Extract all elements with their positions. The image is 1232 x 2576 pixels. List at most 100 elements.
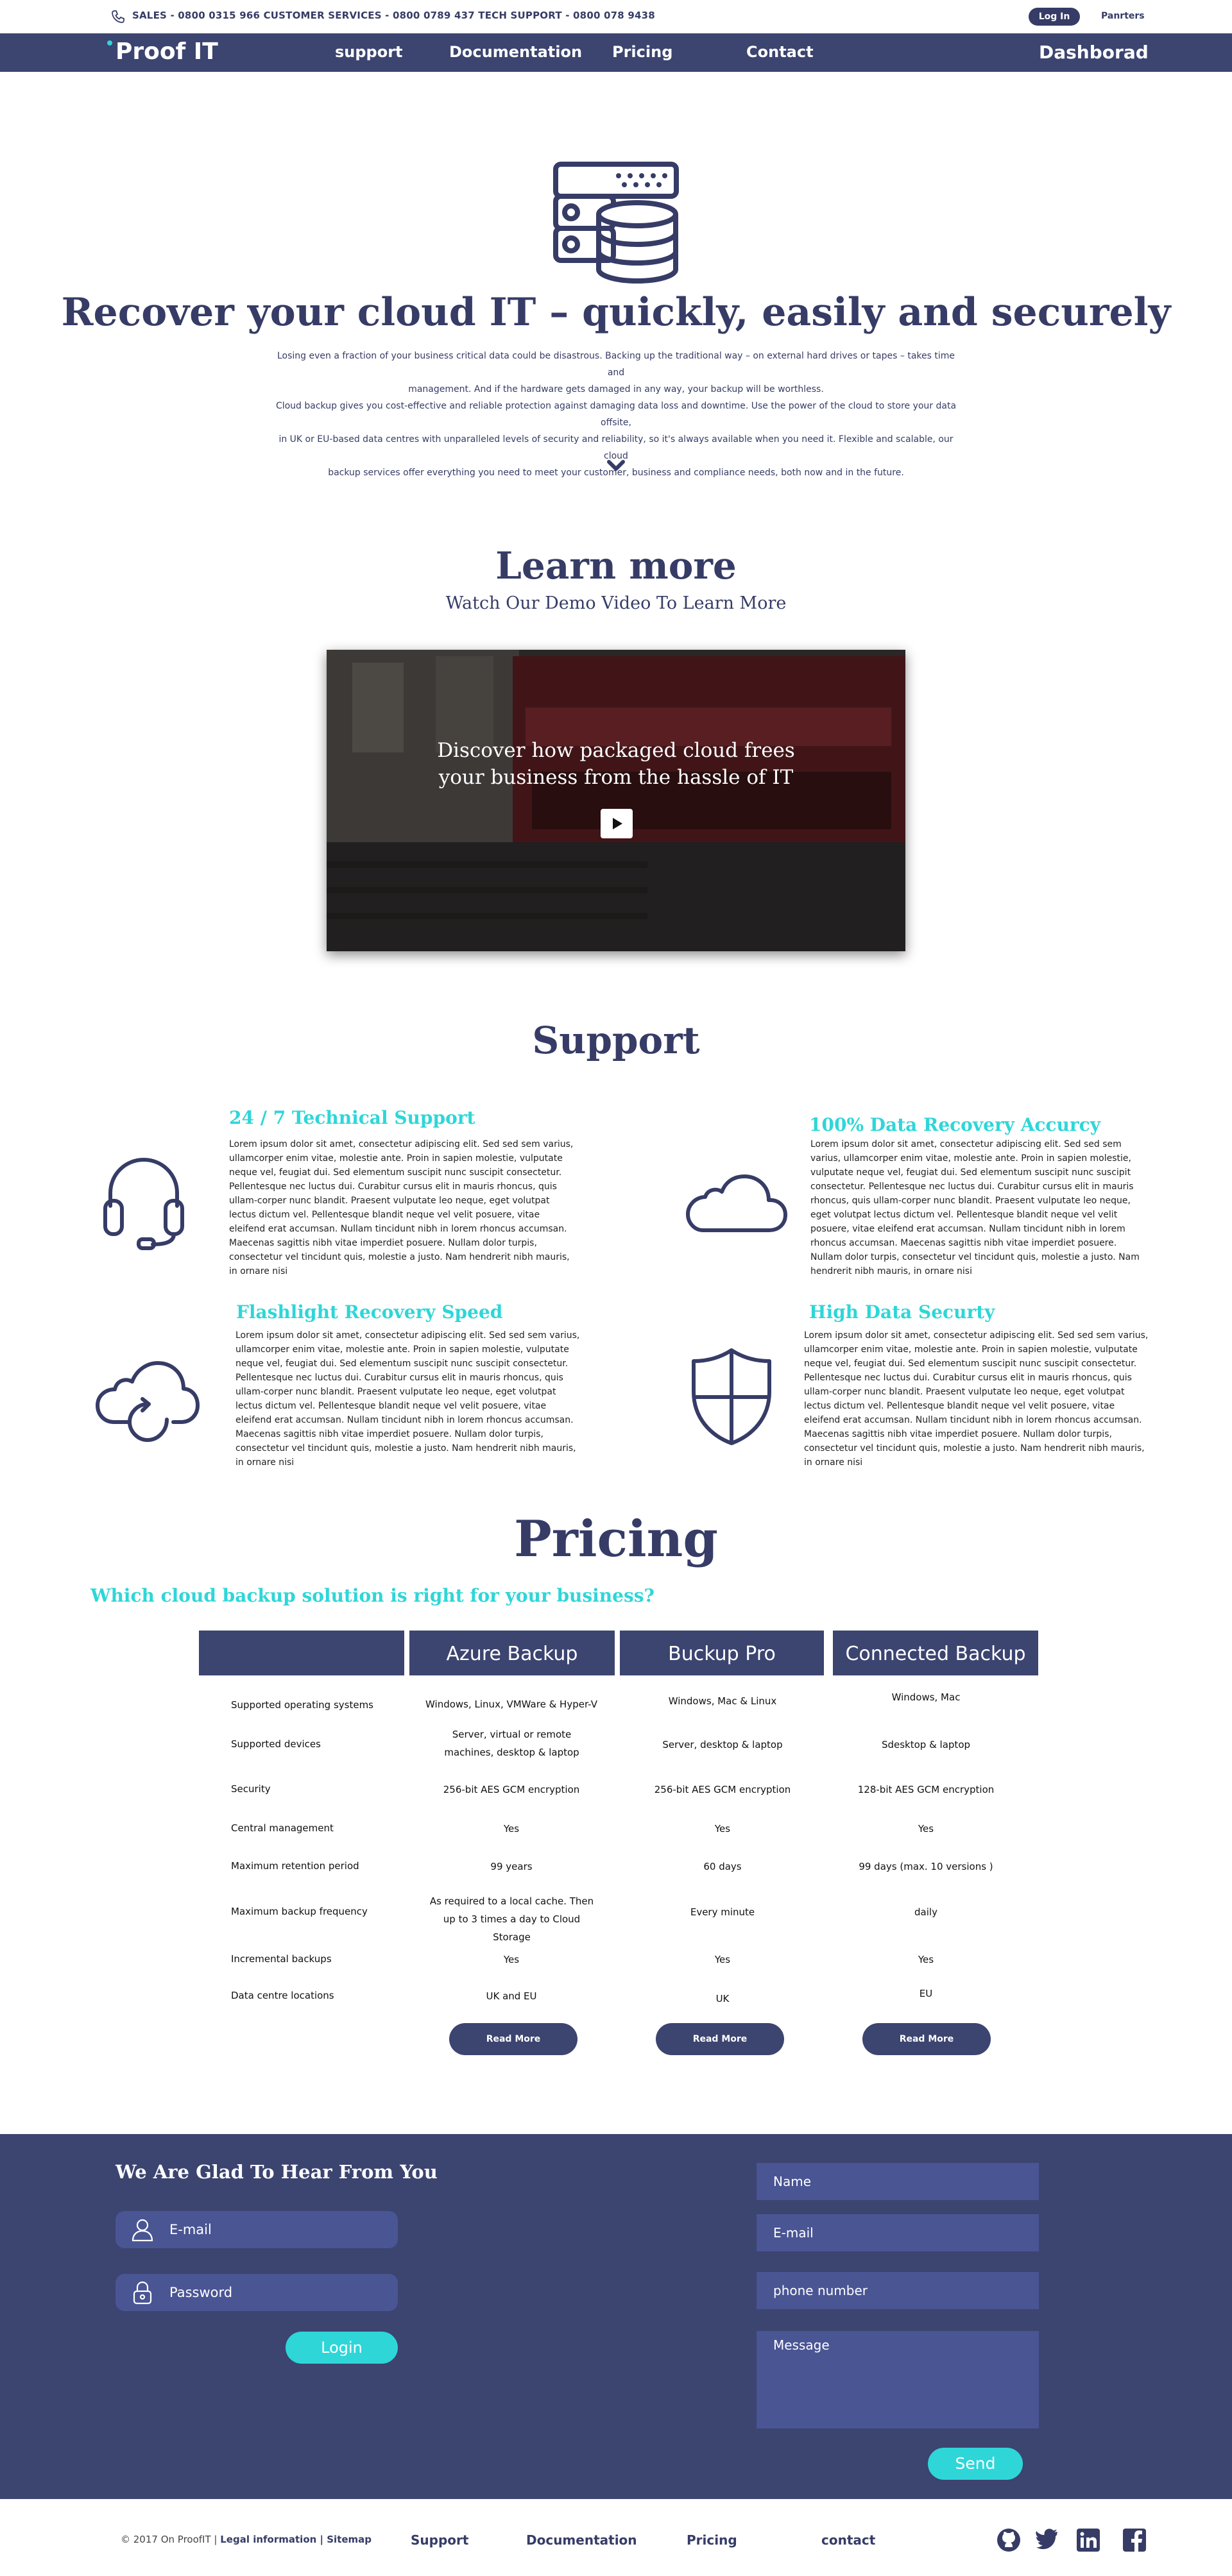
contact-numbers: SALES - 0800 0315 966 CUSTOMER SERVICES …: [132, 10, 655, 21]
table-cell: As required to a local cache. Then up to…: [429, 1895, 594, 1943]
hero-line: Losing even a fraction of your business …: [277, 351, 955, 378]
row-label: Supported devices: [231, 1738, 321, 1750]
footer-link-contact[interactable]: contact: [821, 2532, 875, 2548]
plan-header: Buckup Pro: [620, 1631, 824, 1675]
hero-line: Cloud backup gives you cost-effective an…: [275, 401, 957, 428]
feature-title: 24 / 7 Technical Support: [229, 1107, 475, 1128]
copyright-text: © 2017 On ProofIT: [121, 2534, 211, 2545]
table-cell: Server, desktop & laptop: [662, 1739, 783, 1750]
row-label: Security: [231, 1783, 271, 1795]
nav-item-dashboard[interactable]: Dashborad: [1039, 42, 1149, 63]
footer-link-documentation[interactable]: Documentation: [526, 2532, 637, 2548]
name-field[interactable]: Name: [757, 2163, 1039, 2200]
message-field[interactable]: Message: [757, 2331, 1039, 2428]
table-cell: 256-bit AES GCM encryption: [654, 1784, 791, 1795]
hero-line: management. And if the hardware gets dam…: [408, 384, 824, 394]
contact-email-field[interactable]: E-mail: [757, 2214, 1039, 2251]
legal-link[interactable]: Legal information: [220, 2534, 316, 2545]
feature-title: Flashlight Recovery Speed: [236, 1301, 503, 1323]
video-caption-line: your business from the hassle of IT: [438, 766, 794, 789]
chevron-down-icon[interactable]: [606, 458, 626, 473]
email-placeholder: E-mail: [169, 2222, 212, 2237]
footer-copyright: © 2017 On ProofIT | Legal information | …: [121, 2534, 372, 2545]
feature-body: Lorem ipsum dolor sit amet, consectetur …: [229, 1139, 574, 1276]
password-field[interactable]: Password: [116, 2274, 398, 2311]
plan-header: Connected Backup: [833, 1631, 1038, 1675]
main-nav: Proof IT support Documentation Pricing C…: [0, 33, 1232, 72]
table-cell: Windows, Mac: [891, 1691, 961, 1703]
table-cell: Windows, Mac & Linux: [668, 1695, 777, 1707]
table-cell: Yes: [918, 1823, 934, 1835]
server-database-icon: [553, 162, 679, 284]
row-label: Central management: [231, 1822, 334, 1834]
learn-more-subtitle: Watch Our Demo Video To Learn More: [445, 593, 787, 613]
cloud-icon: [686, 1174, 787, 1232]
row-label: Supported operating systems: [231, 1699, 373, 1711]
table-cell: Windows, Linux, VMWare & Hyper-V: [425, 1699, 597, 1710]
feature-body: Lorem ipsum dolor sit amet, consectetur …: [810, 1139, 1140, 1276]
login-button[interactable]: Login: [286, 2332, 398, 2364]
header-login-button[interactable]: Log In: [1029, 8, 1080, 26]
table-cell: UK: [715, 1993, 730, 2004]
table-cell: Yes: [714, 1954, 731, 1965]
footer: © 2017 On ProofIT | Legal information | …: [0, 2499, 1232, 2576]
table-cell: UK and EU: [486, 1990, 537, 2002]
pricing-header-blank: [199, 1631, 404, 1675]
pricing-title: Pricing: [514, 1510, 718, 1568]
table-cell: Every minute: [690, 1906, 755, 1918]
feature-body: Lorem ipsum dolor sit amet, consectetur …: [804, 1330, 1149, 1468]
github-icon[interactable]: [996, 2527, 1022, 2553]
nav-item-documentation[interactable]: Documentation: [449, 43, 582, 61]
table-cell: EU: [919, 1988, 933, 1999]
twitter-icon[interactable]: [1034, 2527, 1060, 2553]
nav-item-pricing[interactable]: Pricing: [612, 43, 672, 61]
feature-title: High Data Securty: [809, 1301, 995, 1323]
read-more-button[interactable]: Read More: [862, 2023, 991, 2055]
nav-item-contact[interactable]: Contact: [746, 43, 814, 61]
contact-section: We Are Glad To Hear From You: [0, 2134, 1232, 2499]
send-button[interactable]: Send: [928, 2448, 1023, 2480]
partners-link[interactable]: Panrters: [1101, 11, 1145, 21]
linkedin-icon[interactable]: [1075, 2527, 1101, 2553]
logo[interactable]: Proof IT: [116, 38, 218, 65]
logo-dot: [107, 40, 112, 46]
table-cell: Yes: [714, 1823, 731, 1835]
row-label: Incremental backups: [231, 1953, 332, 1965]
nav-item-support[interactable]: support: [335, 43, 403, 61]
phone-icon: [112, 10, 124, 23]
video-caption-line: Discover how packaged cloud frees: [437, 739, 795, 762]
top-bar: SALES - 0800 0315 966 CUSTOMER SERVICES …: [0, 0, 1232, 33]
table-cell: Yes: [503, 1823, 520, 1835]
shield-icon: [692, 1348, 771, 1445]
table-cell: 256-bit AES GCM encryption: [443, 1784, 580, 1795]
email-field[interactable]: E-mail: [116, 2211, 398, 2248]
feature-body: Lorem ipsum dolor sit amet, consectetur …: [235, 1330, 580, 1468]
video-caption: Discover how packaged cloud frees your b…: [327, 737, 905, 791]
user-icon: [132, 2219, 153, 2242]
table-cell: 60 days: [703, 1861, 742, 1872]
lock-icon: [133, 2281, 152, 2305]
phone-field[interactable]: phone number: [757, 2272, 1039, 2309]
demo-video[interactable]: Discover how packaged cloud frees your b…: [327, 650, 905, 951]
table-cell: Yes: [918, 1954, 934, 1965]
sitemap-link[interactable]: Sitemap: [327, 2534, 372, 2545]
footer-link-support[interactable]: Support: [411, 2532, 468, 2548]
read-more-button[interactable]: Read More: [449, 2023, 578, 2055]
table-cell: 128-bit AES GCM encryption: [857, 1784, 995, 1795]
support-title: Support: [532, 1019, 700, 1062]
facebook-icon[interactable]: [1122, 2527, 1147, 2553]
read-more-button[interactable]: Read More: [656, 2023, 784, 2055]
table-cell: daily: [914, 1906, 937, 1918]
table-cell: 99 days (max. 10 versions ): [859, 1861, 993, 1872]
row-label: Data centre locations: [231, 1990, 334, 2001]
footer-link-pricing[interactable]: Pricing: [687, 2532, 737, 2548]
password-placeholder: Password: [169, 2285, 233, 2300]
plan-header: Azure Backup: [409, 1631, 615, 1675]
hero-title: Recover your cloud IT – quickly, easily …: [61, 290, 1171, 335]
pricing-subtitle: Which cloud backup solution is right for…: [90, 1585, 654, 1606]
table-cell: Server, virtual or remote machines, desk…: [444, 1729, 579, 1758]
table-cell: 99 years: [490, 1861, 533, 1872]
feature-title: 100% Data Recovery Accurcy: [809, 1114, 1100, 1135]
play-icon[interactable]: [601, 809, 633, 838]
contact-title: We Are Glad To Hear From You: [116, 2161, 438, 2183]
